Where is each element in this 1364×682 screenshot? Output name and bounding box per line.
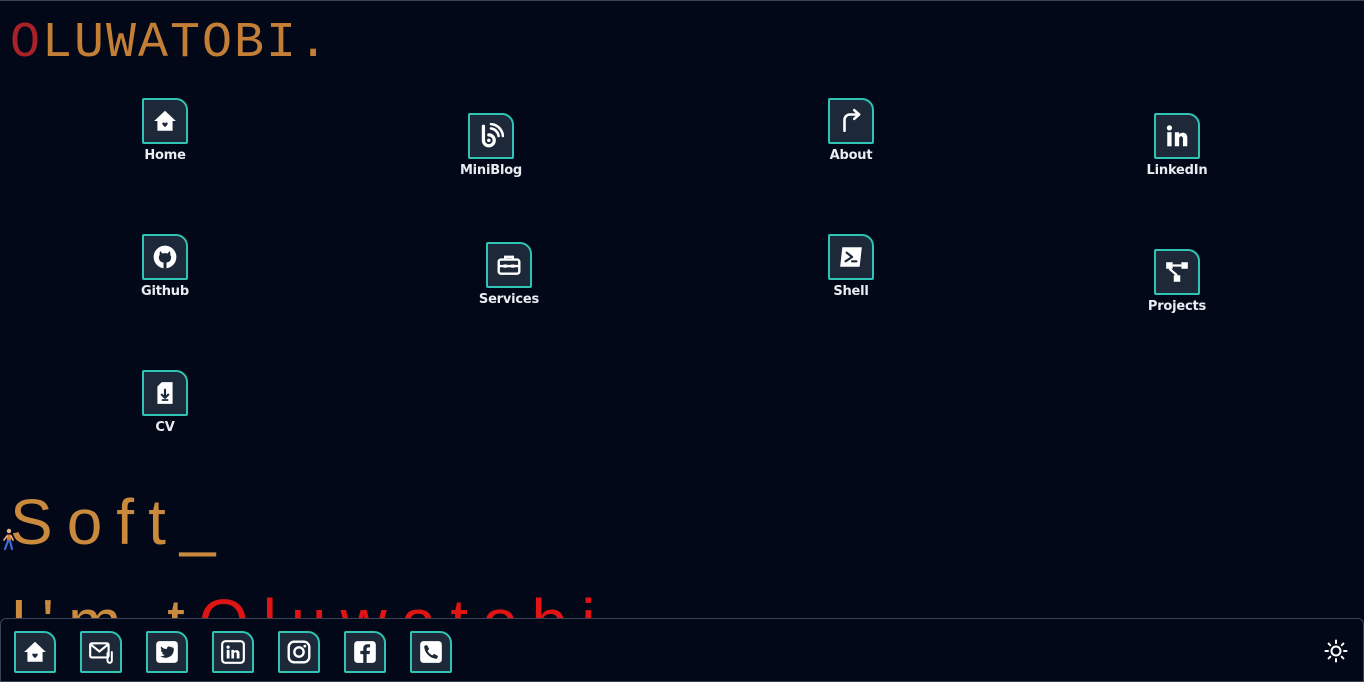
phone-icon <box>420 641 442 663</box>
app-label-home: Home <box>144 148 186 163</box>
linkedin-icon <box>221 640 245 664</box>
dock-home-button[interactable] <box>14 631 56 673</box>
app-label-services: Services <box>478 292 540 307</box>
instagram-icon <box>287 640 311 664</box>
dock-twitter-button[interactable] <box>146 631 188 673</box>
toolbox-icon <box>497 255 521 275</box>
app-about[interactable]: About <box>786 98 916 163</box>
app-linkedin[interactable]: LinkedIn <box>1112 113 1242 178</box>
mail-attachment-icon <box>89 642 113 664</box>
bottom-dock <box>0 618 1364 682</box>
app-shell[interactable]: Shell <box>786 234 916 299</box>
app-label-shell: Shell <box>833 284 869 299</box>
dock-instagram-button[interactable] <box>278 631 320 673</box>
app-miniblog[interactable]: MiniBlog <box>426 113 556 178</box>
linkedin-icon <box>1166 125 1188 147</box>
twitter-icon <box>156 641 178 663</box>
sun-icon[interactable] <box>1324 639 1348 663</box>
home-icon <box>24 641 46 662</box>
app-projects[interactable]: Projects <box>1112 249 1242 314</box>
dock-facebook-button[interactable] <box>344 631 386 673</box>
dock-phone-button[interactable] <box>410 631 452 673</box>
site-logo[interactable]: OLUWATOBI. <box>10 14 330 74</box>
github-icon <box>153 245 177 269</box>
logo-dot: . <box>298 15 331 72</box>
app-label-github: Github <box>141 284 189 299</box>
cv-tile[interactable] <box>142 370 188 416</box>
share-icon <box>843 108 861 133</box>
home-icon <box>154 110 176 131</box>
typing-cursor: _ <box>179 486 230 558</box>
about-tile[interactable] <box>828 98 874 144</box>
logo-rest: LUWATOBI <box>42 15 299 72</box>
home-tile[interactable] <box>142 98 188 144</box>
app-label-projects: Projects <box>1147 299 1207 314</box>
github-tile[interactable] <box>142 234 188 280</box>
typed-text: Soft <box>10 486 180 558</box>
app-label-linkedin: LinkedIn <box>1146 163 1208 178</box>
app-home[interactable]: Home <box>100 98 230 163</box>
dock-linkedin-button[interactable] <box>212 631 254 673</box>
dock-mail-button[interactable] <box>80 631 122 673</box>
terminal-icon <box>840 247 862 267</box>
linkedin-tile[interactable] <box>1154 113 1200 159</box>
top-border <box>0 0 1364 1</box>
typed-headline: Soft_ <box>10 480 229 564</box>
projects-tile[interactable] <box>1154 249 1200 295</box>
app-cv[interactable]: CV <box>100 370 230 435</box>
services-tile[interactable] <box>486 242 532 288</box>
miniblog-tile[interactable] <box>468 113 514 159</box>
blog-icon <box>481 123 504 148</box>
app-label-miniblog: MiniBlog <box>459 163 523 178</box>
app-github[interactable]: Github <box>100 234 230 299</box>
logo-first-letter: O <box>10 15 43 72</box>
app-services[interactable]: Services <box>444 242 574 307</box>
file-download-icon <box>157 382 173 404</box>
app-label-about: About <box>829 148 873 163</box>
shell-tile[interactable] <box>828 234 874 280</box>
project-tree-icon <box>1166 262 1188 282</box>
app-label-cv: CV <box>155 420 175 435</box>
facebook-icon <box>354 641 376 663</box>
